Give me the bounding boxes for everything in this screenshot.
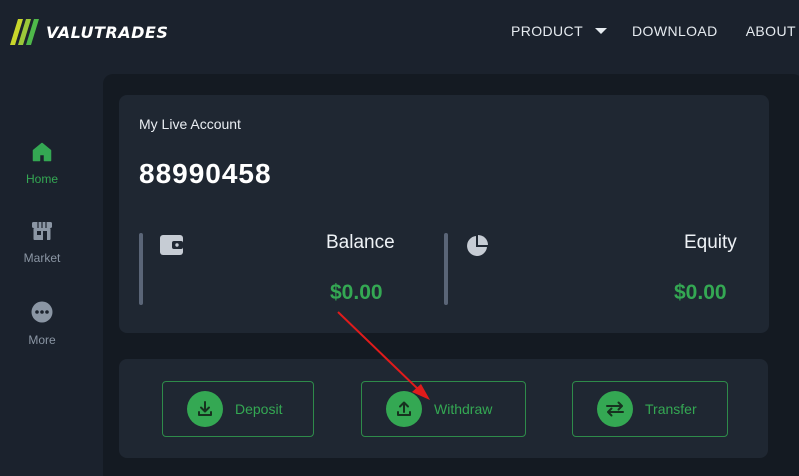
wallet-icon <box>160 235 183 255</box>
account-title: My Live Account <box>139 116 241 132</box>
transfer-label: Transfer <box>645 401 697 417</box>
withdraw-label: Withdraw <box>434 401 493 417</box>
balance-divider <box>139 233 143 305</box>
sidebar-item-home[interactable]: Home <box>0 142 84 188</box>
nav-download-label: DOWNLOAD <box>632 23 718 39</box>
sidebar-item-market[interactable]: Market <box>0 221 84 267</box>
main-nav: PRODUCT DOWNLOAD ABOUT <box>511 23 796 39</box>
home-icon <box>32 142 52 162</box>
pie-chart-icon <box>467 235 488 256</box>
equity-divider <box>444 233 448 305</box>
withdraw-button[interactable]: Withdraw <box>361 381 526 437</box>
deposit-button[interactable]: Deposit <box>162 381 314 437</box>
sidebar-item-more[interactable]: More <box>0 301 84 349</box>
account-card: My Live Account 88990458 Balance $0.00 E… <box>119 95 769 333</box>
top-bar: VALUTRADES PRODUCT DOWNLOAD ABOUT <box>0 0 799 64</box>
balance-value: $0.00 <box>330 281 383 304</box>
deposit-icon-circle <box>187 391 223 427</box>
withdraw-icon-circle <box>386 391 422 427</box>
transfer-icon-circle <box>597 391 633 427</box>
logo-stripes-icon <box>10 19 39 45</box>
deposit-icon <box>198 401 212 416</box>
equity-value: $0.00 <box>674 281 727 304</box>
nav-product-label: PRODUCT <box>511 23 584 39</box>
transfer-button[interactable]: Transfer <box>572 381 728 437</box>
nav-about[interactable]: ABOUT <box>746 23 796 39</box>
brand-logo[interactable]: VALUTRADES <box>10 18 168 46</box>
balance-label: Balance <box>326 232 395 253</box>
nav-product[interactable]: PRODUCT <box>511 23 608 39</box>
account-number: 88990458 <box>139 158 272 189</box>
deposit-label: Deposit <box>235 401 283 417</box>
actions-card: Deposit Withdraw Transfer <box>119 359 768 458</box>
more-icon <box>31 301 53 323</box>
market-icon <box>32 222 52 240</box>
sidebar-item-label: Home <box>25 172 58 186</box>
sidebar-item-label: More <box>28 333 56 347</box>
nav-about-label: ABOUT <box>745 23 796 39</box>
sidebar-item-label: Market <box>23 251 61 265</box>
sidebar: Home Market More <box>0 64 84 476</box>
brand-name: VALUTRADES <box>46 22 169 42</box>
transfer-icon <box>606 401 624 417</box>
caret-down-icon <box>595 28 608 34</box>
equity-label: Equity <box>684 232 737 253</box>
withdraw-icon <box>397 401 411 416</box>
nav-download[interactable]: DOWNLOAD <box>632 23 718 39</box>
